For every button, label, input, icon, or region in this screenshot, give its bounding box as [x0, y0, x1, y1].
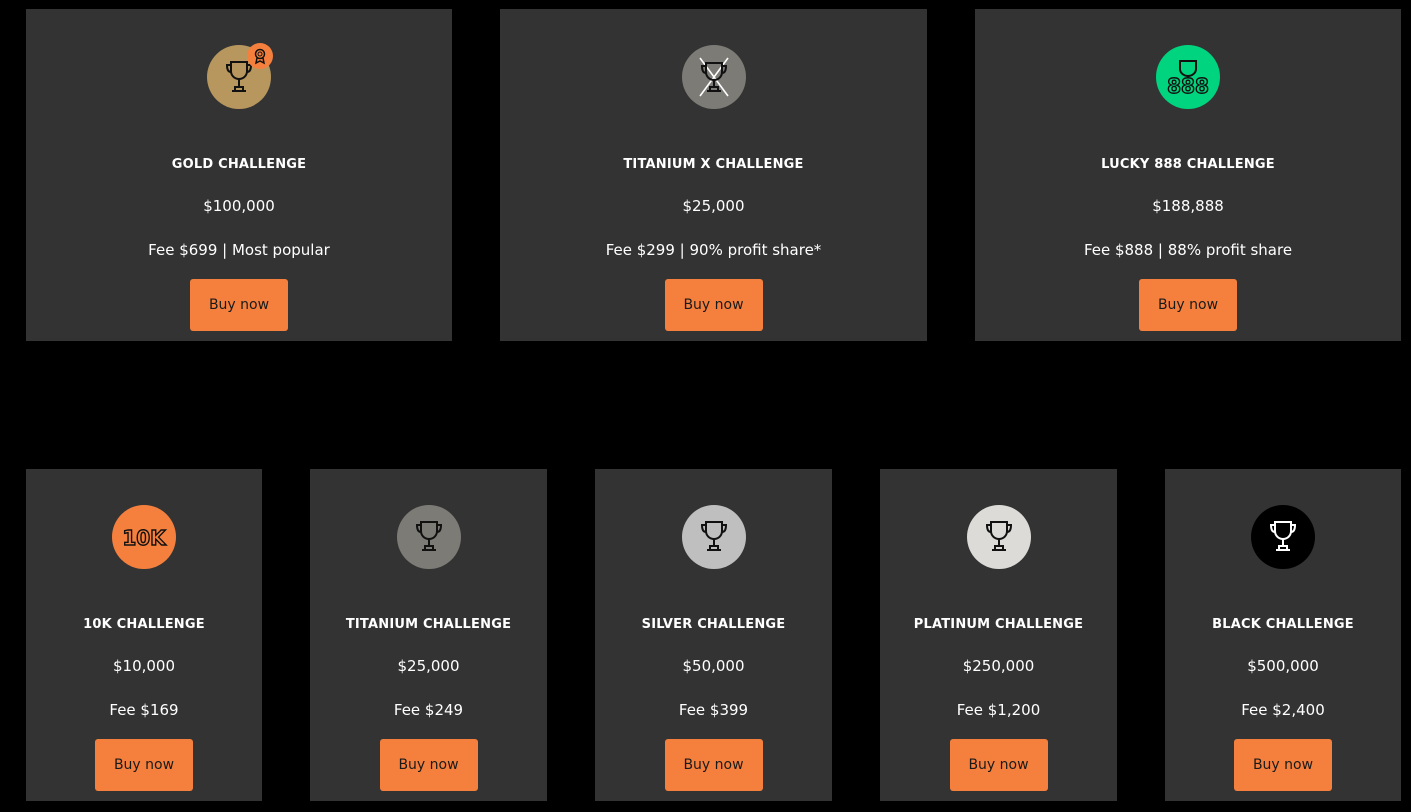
card-amount: $25,000	[682, 197, 745, 215]
card-fee: Fee $299 | 90% profit share*	[605, 241, 822, 259]
silver-trophy-icon	[681, 505, 746, 569]
card-title: GOLD CHALLENGE	[171, 157, 307, 172]
buy-now-button[interactable]: Buy now	[664, 279, 763, 331]
card-10k-challenge: 10K 10K CHALLENGE $10,000 Fee $169 Buy n…	[26, 469, 262, 801]
buy-now-button[interactable]: Buy now	[95, 739, 193, 791]
card-black-challenge: BLACK CHALLENGE $500,000 Fee $2,400 Buy …	[1165, 469, 1401, 801]
lucky-888-icon-text: 888	[1167, 74, 1209, 98]
card-amount: $188,888	[1152, 197, 1224, 215]
titanium-x-trophy-icon	[681, 45, 746, 109]
challenge-grid: GOLD CHALLENGE $100,000 Fee $699 | Most …	[0, 0, 1411, 812]
10k-icon-text: 10K	[122, 526, 167, 550]
card-title: TITANIUM CHALLENGE	[345, 617, 512, 632]
card-title: 10K CHALLENGE	[83, 617, 205, 632]
card-fee: Fee $699 | Most popular	[148, 241, 330, 259]
card-fee: Fee $399	[678, 701, 749, 719]
buy-now-button[interactable]: Buy now	[379, 739, 478, 791]
card-fee: Fee $169	[109, 701, 179, 719]
black-trophy-icon	[1251, 505, 1315, 569]
buy-now-button[interactable]: Buy now	[1139, 279, 1237, 331]
buy-now-button[interactable]: Buy now	[949, 739, 1048, 791]
card-fee: Fee $1,200	[956, 701, 1041, 719]
platinum-trophy-icon	[966, 505, 1031, 569]
lucky-888-trophy-icon: 888	[1156, 45, 1220, 109]
card-titanium-x-challenge: TITANIUM X CHALLENGE $25,000 Fee $299 | …	[500, 9, 927, 341]
titanium-trophy-icon	[396, 505, 461, 569]
card-title: TITANIUM X CHALLENGE	[623, 157, 804, 172]
card-title: BLACK CHALLENGE	[1212, 617, 1354, 632]
10k-icon: 10K	[112, 505, 176, 569]
card-amount: $10,000	[112, 657, 176, 675]
buy-now-button[interactable]: Buy now	[190, 279, 288, 331]
card-title: LUCKY 888 CHALLENGE	[1101, 157, 1275, 172]
buy-now-button[interactable]: Buy now	[1234, 739, 1332, 791]
gold-trophy-icon	[207, 43, 273, 109]
card-fee: Fee $2,400	[1241, 701, 1325, 719]
buy-now-button[interactable]: Buy now	[664, 739, 763, 791]
card-title: PLATINUM CHALLENGE	[913, 617, 1084, 632]
card-title: SILVER CHALLENGE	[641, 617, 786, 632]
card-fee: Fee $249	[393, 701, 464, 719]
card-fee: Fee $888 | 88% profit share	[1083, 241, 1293, 259]
card-amount: $25,000	[397, 657, 460, 675]
card-platinum-challenge: PLATINUM CHALLENGE $250,000 Fee $1,200 B…	[880, 469, 1117, 801]
card-silver-challenge: SILVER CHALLENGE $50,000 Fee $399 Buy no…	[595, 469, 832, 801]
card-amount: $50,000	[682, 657, 745, 675]
card-lucky-888-challenge: 888 LUCKY 888 CHALLENGE $188,888 Fee $88…	[975, 9, 1401, 341]
card-titanium-challenge: TITANIUM CHALLENGE $25,000 Fee $249 Buy …	[310, 469, 547, 801]
card-amount: $500,000	[1247, 657, 1319, 675]
card-amount: $250,000	[962, 657, 1035, 675]
card-amount: $100,000	[203, 197, 275, 215]
award-badge-icon	[247, 43, 273, 69]
card-gold-challenge: GOLD CHALLENGE $100,000 Fee $699 | Most …	[26, 9, 452, 341]
